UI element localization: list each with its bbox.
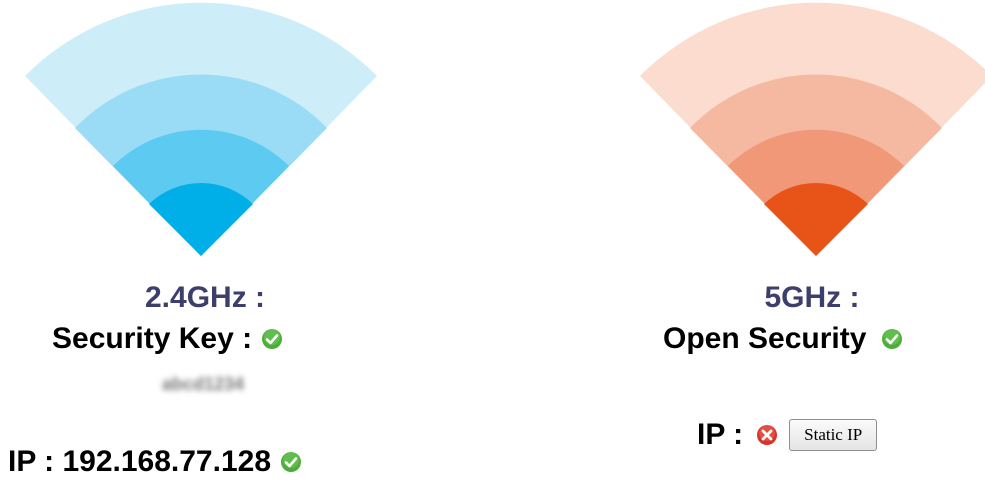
check-circle-icon [279,450,303,474]
band-5-ip-label: IP : [697,418,744,451]
band-5-security-label: Open Security [663,322,867,355]
static-ip-button[interactable]: Static IP [789,419,878,451]
band-24-title: 2.4GHz : [144,281,266,314]
band-5-ip-row: IP : Static IP [697,418,878,452]
wifi-24ghz-signal-icon [25,0,377,256]
check-circle-icon [880,327,904,351]
band-24-security-label: Security Key : [52,322,253,355]
band-24-ip-row: IP : 192.168.77.128 [8,445,303,479]
error-x-icon [755,423,779,447]
band-24-security-row: Security Key : [52,322,284,356]
check-circle-icon [260,327,284,351]
band-24-ip-label: IP : 192.168.77.128 [8,445,271,478]
band-24-security-key-value: abcd1234 [161,374,245,394]
band-5-security-row: Open Security [663,322,904,356]
band-5-title: 5GHz : [764,281,860,314]
wifi-5ghz-signal-icon [640,0,985,256]
